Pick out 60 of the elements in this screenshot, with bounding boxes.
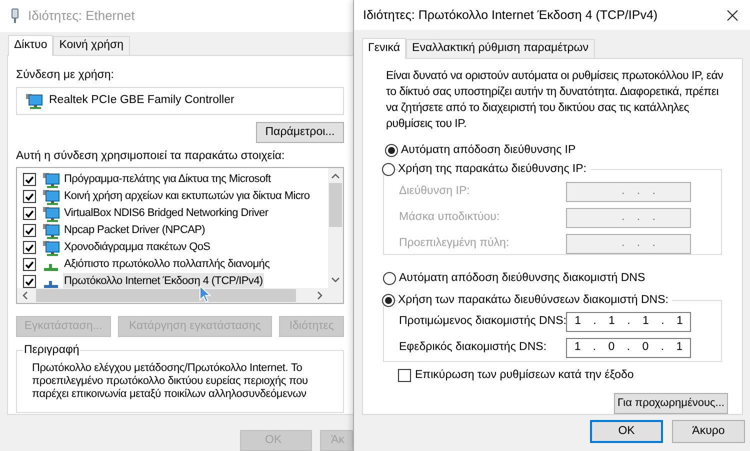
button[interactable]: Για προχωρημένους... xyxy=(614,393,728,414)
window-title: Ιδιότητες: Πρωτόκολλο Internet Έκδοση 4 (TCP/IPv4) xyxy=(363,6,658,24)
button[interactable]: Παράμετροι... xyxy=(256,122,344,143)
tab[interactable]: Δίκτυο xyxy=(8,35,54,56)
intro-text: Είναι δυνατό να οριστούν αυτόματα οι ρυθμίσεις πρωτοκόλλου IP, εάν το δίκτυό σας υποστηρίζει αυτήν τη δυνατότητα. Διαφορετικά, πρέπει να ζητήσετε από το διαχειριστή του δικτύου σας τις κατάλληλες ρυθμίσεις του IP. xyxy=(385,69,724,132)
checkbox[interactable] xyxy=(23,275,36,288)
radio-button[interactable] xyxy=(382,163,395,176)
network-component-icon xyxy=(42,188,60,204)
description-text: Πρωτόκολλο ελέγχου μετάδοσης/Πρωτόκολλο Internet. Το προεπιλεγμένο πρωτόκολλο δικτύου ευρείας περιοχής που παρέχει επικοινωνία μεταξύ ποικίλων αλληλοσυνδεόμενων xyxy=(32,362,309,401)
ethernet-icon xyxy=(10,8,20,24)
checkbox[interactable] xyxy=(23,207,36,220)
button[interactable]: Άκυρο xyxy=(672,420,745,443)
group-title: Περιγραφή xyxy=(23,343,80,357)
scroll-down-icon[interactable] xyxy=(331,277,340,283)
list-item[interactable]: Πρωτόκολλο Internet Έκδοση 4 (TCP/IPv4) xyxy=(63,273,264,288)
window-title: Ιδιότητες: Ethernet xyxy=(28,7,135,26)
checkbox[interactable] xyxy=(23,173,36,186)
tab[interactable]: Κοινή χρήση xyxy=(53,36,130,55)
checkbox[interactable] xyxy=(398,369,411,382)
field-label: Μάσκα υποδικτύου: xyxy=(399,210,500,226)
network-adapter-icon xyxy=(25,93,43,109)
field-label: Προτιμώμενος διακομιστής DNS: xyxy=(399,314,566,330)
list-item[interactable]: VirtualBox NDIS6 Bridged Networking Driver xyxy=(63,205,270,222)
checkbox[interactable] xyxy=(23,224,36,237)
field-label: Εφεδρικός διακομιστής DNS: xyxy=(399,340,547,356)
ip-address-field[interactable]: 1 . 1 . 1 . 1 xyxy=(566,312,691,332)
list-item[interactable]: Κοινή χρήση αρχείων και εκτυπωτών για δίκτυα Micro xyxy=(63,188,311,205)
scrollbar-thumb[interactable] xyxy=(36,289,296,302)
list-item[interactable]: Χρονοδιάγραμμα πακέτων QoS xyxy=(63,239,212,256)
field-label: Σύνδεση με χρήση: xyxy=(16,68,115,82)
checkbox[interactable] xyxy=(23,258,36,271)
tab[interactable]: Εναλλακτική ρύθμιση παραμέτρων xyxy=(406,39,595,58)
tab[interactable]: Γενικά xyxy=(362,38,406,59)
field-label: Προεπιλεγμένη πύλη: xyxy=(399,236,510,252)
checkbox-label[interactable]: Επικύρωση των ρυθμίσεων κατά την έξοδο xyxy=(415,366,634,384)
scrollbar-thumb[interactable] xyxy=(329,183,342,227)
radio-button[interactable] xyxy=(385,144,398,157)
radio-button[interactable] xyxy=(383,272,396,285)
vertical-scrollbar[interactable] xyxy=(328,168,343,288)
radio-button[interactable] xyxy=(382,294,395,307)
mouse-cursor-icon xyxy=(199,285,211,303)
network-component-icon xyxy=(42,222,60,238)
scroll-left-icon[interactable] xyxy=(22,291,28,300)
horizontal-scrollbar[interactable] xyxy=(17,288,343,303)
list-item[interactable]: Npcap Packet Driver (NPCAP) xyxy=(63,222,206,239)
network-component-icon xyxy=(42,172,60,188)
checkbox[interactable] xyxy=(23,190,36,203)
network-component-icon xyxy=(42,206,60,222)
field-label: Αυτή η σύνδεση χρησιμοποιεί τα παρακάτω στοιχεία: xyxy=(16,149,286,163)
button[interactable]: OK xyxy=(590,420,663,443)
close-icon[interactable] xyxy=(727,10,738,20)
list-item[interactable]: Αξιόπιστο πρωτόκολλο πολλαπλής διανομής xyxy=(63,256,271,273)
scroll-up-icon[interactable] xyxy=(331,173,340,179)
adapter-name: Realtek PCIe GBE Family Controller xyxy=(49,93,234,108)
field-label: Διεύθυνση IP: xyxy=(399,184,470,200)
checkbox[interactable] xyxy=(23,241,36,254)
list-item[interactable]: Πρόγραμμα-πελάτης για Δίκτυα της Microsoft xyxy=(63,171,272,188)
ip-address-field[interactable]: 1 . 0 . 0 . 1 xyxy=(566,338,691,358)
scroll-right-icon[interactable] xyxy=(317,291,323,300)
network-component-icon xyxy=(42,240,60,256)
